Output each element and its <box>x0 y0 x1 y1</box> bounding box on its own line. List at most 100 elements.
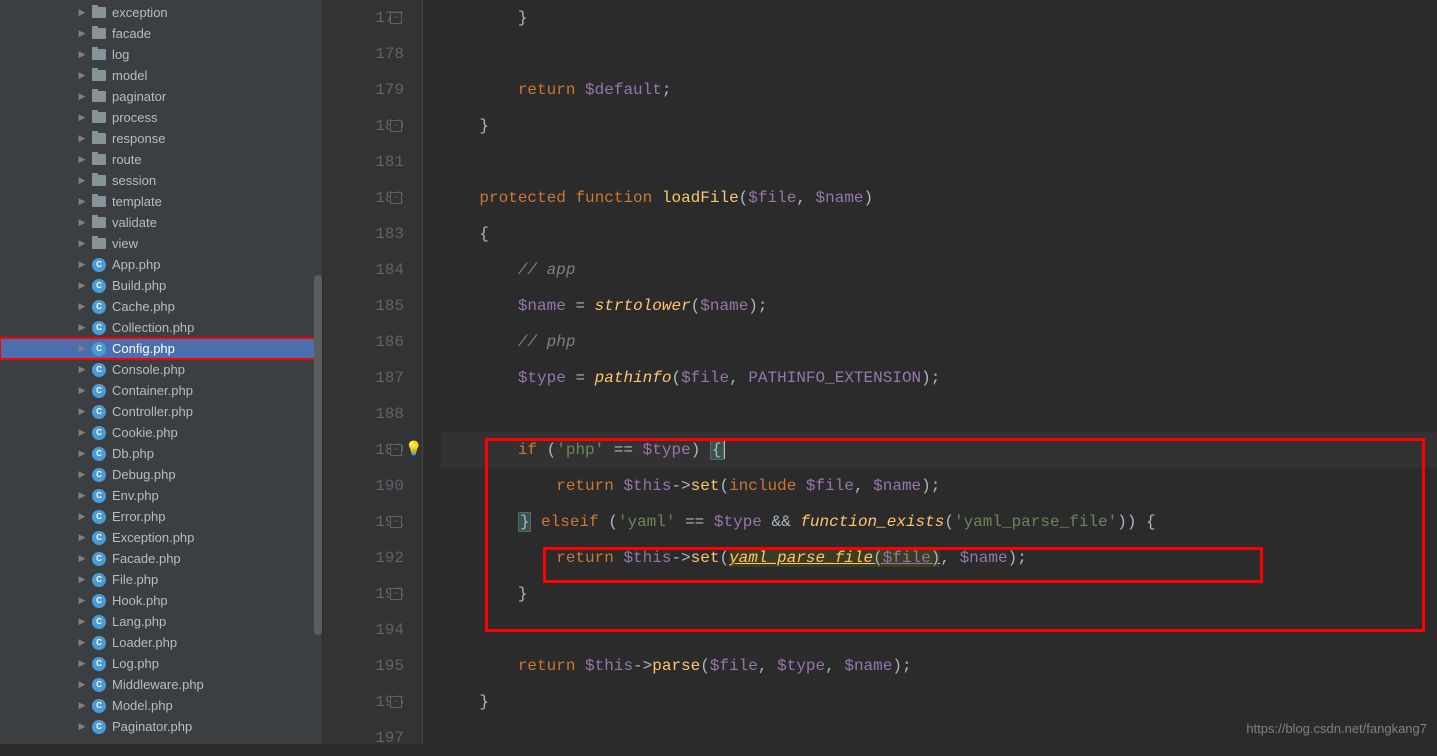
line-number: 179 <box>323 72 404 108</box>
expand-arrow-icon[interactable]: ▶ <box>76 364 88 375</box>
expand-arrow-icon[interactable]: ▶ <box>76 301 88 312</box>
expand-arrow-icon[interactable]: ▶ <box>76 322 88 333</box>
expand-arrow-icon[interactable]: ▶ <box>76 616 88 627</box>
expand-arrow-icon[interactable]: ▶ <box>76 217 88 228</box>
expand-arrow-icon[interactable]: ▶ <box>76 490 88 501</box>
expand-arrow-icon[interactable]: ▶ <box>76 28 88 39</box>
line-gutter: 177−178179180−181182−1831841851861871881… <box>323 0 423 744</box>
tree-item-file-php[interactable]: ▶CFile.php <box>0 569 322 590</box>
tree-item-label: exception <box>112 5 168 20</box>
tree-item-config-php[interactable]: ▶CConfig.php <box>0 338 322 359</box>
expand-arrow-icon[interactable]: ▶ <box>76 553 88 564</box>
fold-toggle-icon[interactable]: − <box>390 696 402 708</box>
expand-arrow-icon[interactable]: ▶ <box>76 637 88 648</box>
fold-toggle-icon[interactable]: − <box>390 12 402 24</box>
expand-arrow-icon[interactable]: ▶ <box>76 448 88 459</box>
fold-toggle-icon[interactable]: − <box>390 444 402 456</box>
intention-bulb-icon[interactable]: 💡 <box>405 432 422 468</box>
tree-item-model[interactable]: ▶model <box>0 65 322 86</box>
tree-item-route[interactable]: ▶route <box>0 149 322 170</box>
tree-item-facade-php[interactable]: ▶CFacade.php <box>0 548 322 569</box>
php-file-icon: C <box>92 363 106 377</box>
expand-arrow-icon[interactable]: ▶ <box>76 70 88 81</box>
expand-arrow-icon[interactable]: ▶ <box>76 595 88 606</box>
tree-item-label: Exception.php <box>112 530 194 545</box>
line-number: 195 <box>323 648 404 684</box>
expand-arrow-icon[interactable]: ▶ <box>76 532 88 543</box>
tree-item-app-php[interactable]: ▶CApp.php <box>0 254 322 275</box>
fold-toggle-icon[interactable]: − <box>390 516 402 528</box>
tree-item-facade[interactable]: ▶facade <box>0 23 322 44</box>
tree-item-log-php[interactable]: ▶CLog.php <box>0 653 322 674</box>
expand-arrow-icon[interactable]: ▶ <box>76 511 88 522</box>
fold-toggle-icon[interactable]: − <box>390 588 402 600</box>
tree-item-container-php[interactable]: ▶CContainer.php <box>0 380 322 401</box>
tree-item-controller-php[interactable]: ▶CController.php <box>0 401 322 422</box>
tree-item-session[interactable]: ▶session <box>0 170 322 191</box>
expand-arrow-icon[interactable]: ▶ <box>76 259 88 270</box>
tree-item-model-php[interactable]: ▶CModel.php <box>0 695 322 716</box>
tree-item-response[interactable]: ▶response <box>0 128 322 149</box>
tree-item-validate[interactable]: ▶validate <box>0 212 322 233</box>
expand-arrow-icon[interactable]: ▶ <box>76 7 88 18</box>
expand-arrow-icon[interactable]: ▶ <box>76 574 88 585</box>
line-number: 187 <box>323 360 404 396</box>
expand-arrow-icon[interactable]: ▶ <box>76 112 88 123</box>
tree-item-env-php[interactable]: ▶CEnv.php <box>0 485 322 506</box>
expand-arrow-icon[interactable]: ▶ <box>76 700 88 711</box>
fold-toggle-icon[interactable]: − <box>390 120 402 132</box>
php-file-icon: C <box>92 426 106 440</box>
php-file-icon: C <box>92 573 106 587</box>
expand-arrow-icon[interactable]: ▶ <box>76 175 88 186</box>
file-tree-sidebar[interactable]: ▶ exception ▶facade▶log▶model▶paginator▶pr… <box>0 0 323 744</box>
sidebar-scrollbar[interactable] <box>314 275 322 635</box>
fold-toggle-icon[interactable]: − <box>390 192 402 204</box>
line-number: 190 <box>323 468 404 504</box>
tree-item-process[interactable]: ▶process <box>0 107 322 128</box>
tree-item-build-php[interactable]: ▶CBuild.php <box>0 275 322 296</box>
expand-arrow-icon[interactable]: ▶ <box>76 91 88 102</box>
tree-item-template[interactable]: ▶template <box>0 191 322 212</box>
code-area[interactable]: } return $default; } protected function … <box>423 0 1437 744</box>
expand-arrow-icon[interactable]: ▶ <box>76 133 88 144</box>
tree-item-debug-php[interactable]: ▶CDebug.php <box>0 464 322 485</box>
tree-item-log[interactable]: ▶log <box>0 44 322 65</box>
expand-arrow-icon[interactable]: ▶ <box>76 469 88 480</box>
expand-arrow-icon[interactable]: ▶ <box>76 196 88 207</box>
tree-item-exception-php[interactable]: ▶CException.php <box>0 527 322 548</box>
tree-item-cookie-php[interactable]: ▶CCookie.php <box>0 422 322 443</box>
expand-arrow-icon[interactable]: ▶ <box>76 238 88 249</box>
expand-arrow-icon[interactable]: ▶ <box>76 49 88 60</box>
expand-arrow-icon[interactable]: ▶ <box>76 679 88 690</box>
tree-item-cache-php[interactable]: ▶CCache.php <box>0 296 322 317</box>
expand-arrow-icon[interactable]: ▶ <box>76 427 88 438</box>
line-number: 183 <box>323 216 404 252</box>
tree-item-console-php[interactable]: ▶CConsole.php <box>0 359 322 380</box>
tree-item-paginator-php[interactable]: ▶CPaginator.php <box>0 716 322 737</box>
tree-item-view[interactable]: ▶view <box>0 233 322 254</box>
tree-item-lang-php[interactable]: ▶CLang.php <box>0 611 322 632</box>
tree-item-exception[interactable]: ▶ exception <box>0 2 322 23</box>
code-editor[interactable]: 177−178179180−181182−1831841851861871881… <box>323 0 1437 744</box>
line-number: 177− <box>323 0 404 36</box>
php-file-icon: C <box>92 447 106 461</box>
expand-arrow-icon[interactable]: ▶ <box>76 385 88 396</box>
expand-arrow-icon[interactable]: ▶ <box>76 154 88 165</box>
tree-item-error-php[interactable]: ▶CError.php <box>0 506 322 527</box>
tree-item-collection-php[interactable]: ▶CCollection.php <box>0 317 322 338</box>
php-file-icon: C <box>92 720 106 734</box>
tree-item-paginator[interactable]: ▶paginator <box>0 86 322 107</box>
expand-arrow-icon[interactable]: ▶ <box>76 721 88 732</box>
expand-arrow-icon[interactable]: ▶ <box>76 343 88 354</box>
tree-item-middleware-php[interactable]: ▶CMiddleware.php <box>0 674 322 695</box>
tree-item-loader-php[interactable]: ▶CLoader.php <box>0 632 322 653</box>
expand-arrow-icon[interactable]: ▶ <box>76 658 88 669</box>
expand-arrow-icon[interactable]: ▶ <box>76 406 88 417</box>
tree-item-db-php[interactable]: ▶CDb.php <box>0 443 322 464</box>
tree-item-hook-php[interactable]: ▶CHook.php <box>0 590 322 611</box>
folder-icon <box>92 49 106 60</box>
php-file-icon: C <box>92 342 106 356</box>
tree-item-label: Env.php <box>112 488 159 503</box>
folder-icon <box>92 91 106 102</box>
expand-arrow-icon[interactable]: ▶ <box>76 280 88 291</box>
